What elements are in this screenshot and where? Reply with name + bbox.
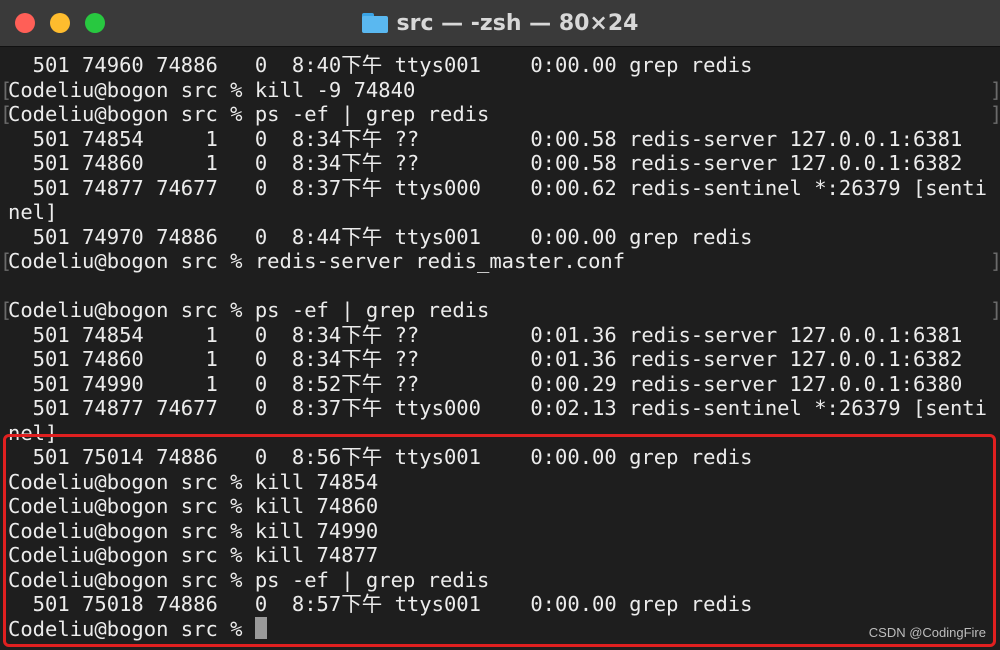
terminal-line: Codeliu@bogon src % kill 74854 xyxy=(8,470,379,494)
terminal-line: nel] xyxy=(8,421,58,445)
terminal-line: 501 74970 74886 0 8:44下午 ttys001 0:00.00… xyxy=(8,225,753,249)
terminal-window: src — -zsh — 80×24 501 74960 74886 0 8:4… xyxy=(0,0,1000,650)
folder-icon xyxy=(361,13,388,33)
terminal-prompt-line[interactable]: Codeliu@bogon src % xyxy=(8,617,267,642)
window-title-text: src — -zsh — 80×24 xyxy=(396,10,639,36)
terminal-line: Codeliu@bogon src % ps -ef | grep redis xyxy=(8,298,490,322)
selection-bracket-right: ] xyxy=(990,298,1000,322)
terminal-line: 501 75014 74886 0 8:56下午 ttys001 0:00.00… xyxy=(8,445,753,469)
terminal-line: 501 74860 1 0 8:34下午 ?? 0:00.58 redis-se… xyxy=(8,151,963,175)
terminal-line: Codeliu@bogon src % kill -9 74840 xyxy=(8,78,416,102)
terminal-line: 501 74877 74677 0 8:37下午 ttys000 0:00.62… xyxy=(8,176,987,200)
terminal-line: Codeliu@bogon src % ps -ef | grep redis xyxy=(8,568,490,592)
terminal-line: Codeliu@bogon src % kill 74990 xyxy=(8,519,379,543)
terminal-line: 501 74990 1 0 8:52下午 ?? 0:00.29 redis-se… xyxy=(8,372,963,396)
terminal-line: Codeliu@bogon src % kill 74877 xyxy=(8,543,379,567)
selection-bracket-right: ] xyxy=(990,78,1000,102)
terminal-line: 501 74877 74677 0 8:37下午 ttys000 0:02.13… xyxy=(8,396,987,420)
terminal-line: Codeliu@bogon src % redis-server redis_m… xyxy=(8,249,626,273)
prompt-text: Codeliu@bogon src % xyxy=(8,617,255,641)
watermark: CSDN @CodingFire xyxy=(868,625,986,640)
terminal-output[interactable]: 501 74960 74886 0 8:40下午 ttys001 0:00.00… xyxy=(0,47,1000,650)
window-title: src — -zsh — 80×24 xyxy=(0,0,1000,46)
terminal-line: 501 74960 74886 0 8:40下午 ttys001 0:00.00… xyxy=(8,53,753,77)
selection-bracket-right: ] xyxy=(990,102,1000,126)
terminal-line: Codeliu@bogon src % kill 74860 xyxy=(8,494,379,518)
selection-bracket-right: ] xyxy=(990,249,1000,273)
text-cursor xyxy=(254,617,267,639)
terminal-line: nel] xyxy=(8,200,58,224)
terminal-line: 501 75018 74886 0 8:57下午 ttys001 0:00.00… xyxy=(8,592,753,616)
terminal-line: 501 74854 1 0 8:34下午 ?? 0:00.58 redis-se… xyxy=(8,127,963,151)
terminal-line: 501 74860 1 0 8:34下午 ?? 0:01.36 redis-se… xyxy=(8,347,963,371)
title-bar[interactable]: src — -zsh — 80×24 xyxy=(0,0,1000,47)
terminal-line: 501 74854 1 0 8:34下午 ?? 0:01.36 redis-se… xyxy=(8,323,963,347)
terminal-line: Codeliu@bogon src % ps -ef | grep redis xyxy=(8,102,490,126)
